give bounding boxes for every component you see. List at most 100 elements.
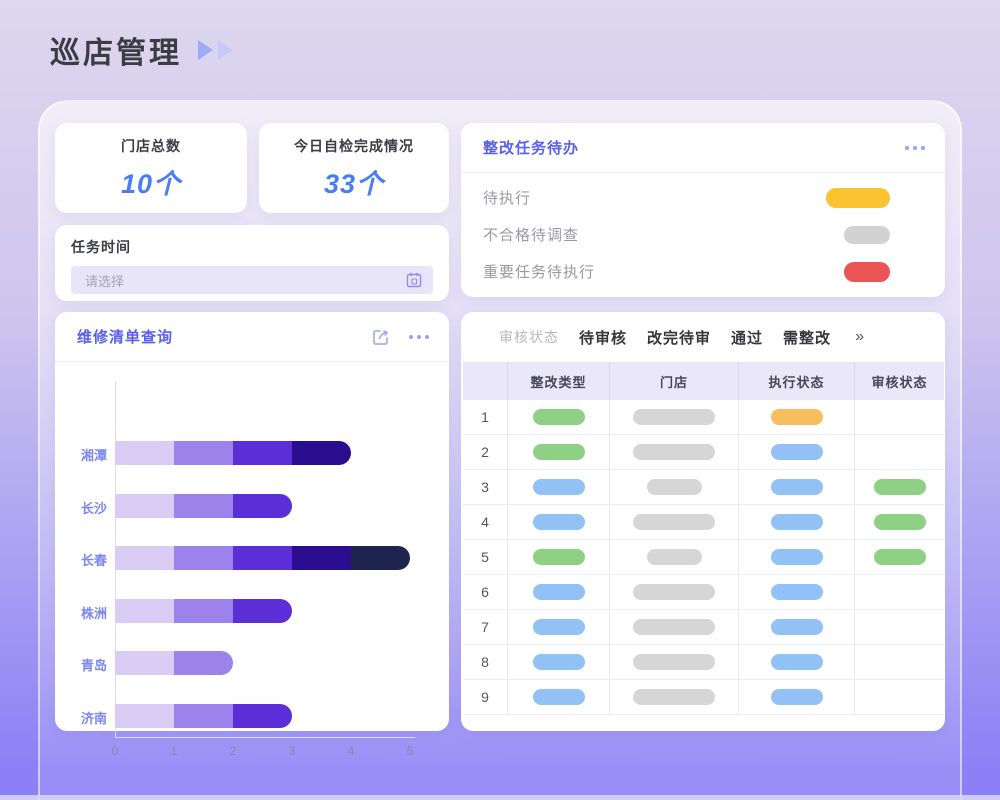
table-row[interactable]: 2	[463, 435, 944, 470]
table-column-header: 整改类型	[508, 362, 610, 400]
store-cell	[610, 400, 739, 434]
todo-item-label: 不合格待调查	[483, 224, 579, 245]
more-options-icon[interactable]	[905, 146, 925, 150]
chart-x-tick-label: 3	[277, 744, 307, 758]
status-pill	[771, 409, 823, 425]
status-pill	[533, 409, 585, 425]
status-pill	[633, 584, 715, 600]
todo-item[interactable]: 重要任务待执行	[483, 253, 890, 290]
bar-segment	[115, 546, 174, 570]
audit-tab[interactable]: 待审核	[579, 327, 627, 348]
audit-status-cell	[855, 435, 944, 469]
status-pill	[533, 444, 585, 460]
todo-status-pill	[826, 188, 890, 208]
audit-tab[interactable]: 改完待审	[647, 327, 711, 348]
bar-segment	[233, 704, 292, 728]
status-pill	[533, 619, 585, 635]
audit-tab[interactable]: 通过	[731, 327, 763, 348]
table-row[interactable]: 3	[463, 470, 944, 505]
task-time-date-input[interactable]: 请选择	[71, 266, 433, 294]
store-cell	[610, 505, 739, 539]
row-index: 8	[463, 645, 508, 679]
table-column-header	[463, 362, 508, 400]
exec-status-cell	[739, 435, 855, 469]
table-row[interactable]: 5	[463, 540, 944, 575]
store-cell	[610, 645, 739, 679]
exec-status-cell	[739, 505, 855, 539]
task-time-card: 任务时间 请选择	[55, 225, 449, 301]
status-pill	[633, 654, 715, 670]
status-pill	[771, 584, 823, 600]
exec-status-cell	[739, 680, 855, 714]
audit-table: 整改类型门店执行状态审核状态 123456789	[463, 362, 944, 715]
chart-category-label: 青岛	[55, 655, 107, 674]
exec-status-cell	[739, 610, 855, 644]
table-row[interactable]: 9	[463, 680, 944, 715]
status-pill	[533, 479, 585, 495]
bar-segment	[174, 704, 233, 728]
rectify-type-cell	[508, 645, 610, 679]
rectify-type-cell	[508, 505, 610, 539]
date-input-placeholder: 请选择	[85, 271, 124, 290]
more-options-icon[interactable]	[409, 335, 429, 339]
status-pill	[771, 689, 823, 705]
status-pill	[533, 514, 585, 530]
rectify-type-cell	[508, 400, 610, 434]
bar-segment	[115, 651, 174, 675]
table-row[interactable]: 7	[463, 610, 944, 645]
status-pill	[533, 654, 585, 670]
table-row[interactable]: 6	[463, 575, 944, 610]
todo-card-title: 整改任务待办	[483, 137, 579, 158]
chart-x-tick-label: 2	[218, 744, 248, 758]
rectify-type-cell	[508, 540, 610, 574]
table-column-header: 审核状态	[855, 362, 944, 400]
exec-status-cell	[739, 575, 855, 609]
todo-item-label: 重要任务待执行	[483, 261, 595, 282]
audit-status-cell	[855, 505, 944, 539]
chart-x-tick-label: 5	[395, 744, 425, 758]
export-icon[interactable]	[371, 327, 391, 347]
tabs-overflow-icon[interactable]: »	[855, 328, 864, 346]
table-header-row: 整改类型门店执行状态审核状态	[463, 362, 944, 400]
status-pill	[771, 619, 823, 635]
audit-status-cell	[855, 540, 944, 574]
todo-item[interactable]: 不合格待调查	[483, 216, 890, 253]
store-cell	[610, 680, 739, 714]
audit-status-cell	[855, 610, 944, 644]
table-column-header: 执行状态	[739, 362, 855, 400]
bar-segment	[233, 441, 292, 465]
table-row[interactable]: 8	[463, 645, 944, 680]
audit-tab-bar: 审核状态 待审核改完待审通过需整改 »	[461, 312, 945, 362]
page-header: 巡店管理	[50, 28, 233, 72]
table-row[interactable]: 1	[463, 400, 944, 435]
audit-filter-label: 审核状态	[499, 327, 559, 347]
repair-card-title: 维修清单查询	[77, 326, 173, 347]
chart-category-label: 湘潭	[55, 445, 107, 464]
exec-status-cell	[739, 540, 855, 574]
audit-tab[interactable]: 需整改	[783, 327, 831, 348]
bottom-edge	[0, 795, 1000, 800]
store-cell	[610, 470, 739, 504]
row-index: 2	[463, 435, 508, 469]
chart-x-tick-label: 1	[159, 744, 189, 758]
bar-segment	[115, 599, 174, 623]
calendar-icon[interactable]	[405, 271, 423, 289]
rectify-type-cell	[508, 610, 610, 644]
task-time-label: 任务时间	[71, 237, 433, 257]
exec-status-cell	[739, 645, 855, 679]
status-pill	[533, 584, 585, 600]
status-pill	[633, 409, 715, 425]
status-pill	[771, 549, 823, 565]
chart-category-label: 长春	[55, 550, 107, 569]
table-row[interactable]: 4	[463, 505, 944, 540]
stat-label: 今日自检完成情况	[294, 136, 414, 156]
status-pill	[647, 479, 702, 495]
triangle-icon	[198, 40, 213, 60]
todo-item[interactable]: 待执行	[483, 179, 890, 216]
chart-x-tick-label: 0	[100, 744, 130, 758]
status-pill	[874, 549, 926, 565]
table-column-header: 门店	[610, 362, 739, 400]
chart-category-label: 长沙	[55, 498, 107, 517]
bar-segment	[115, 494, 174, 518]
chart-x-tick-label: 4	[336, 744, 366, 758]
